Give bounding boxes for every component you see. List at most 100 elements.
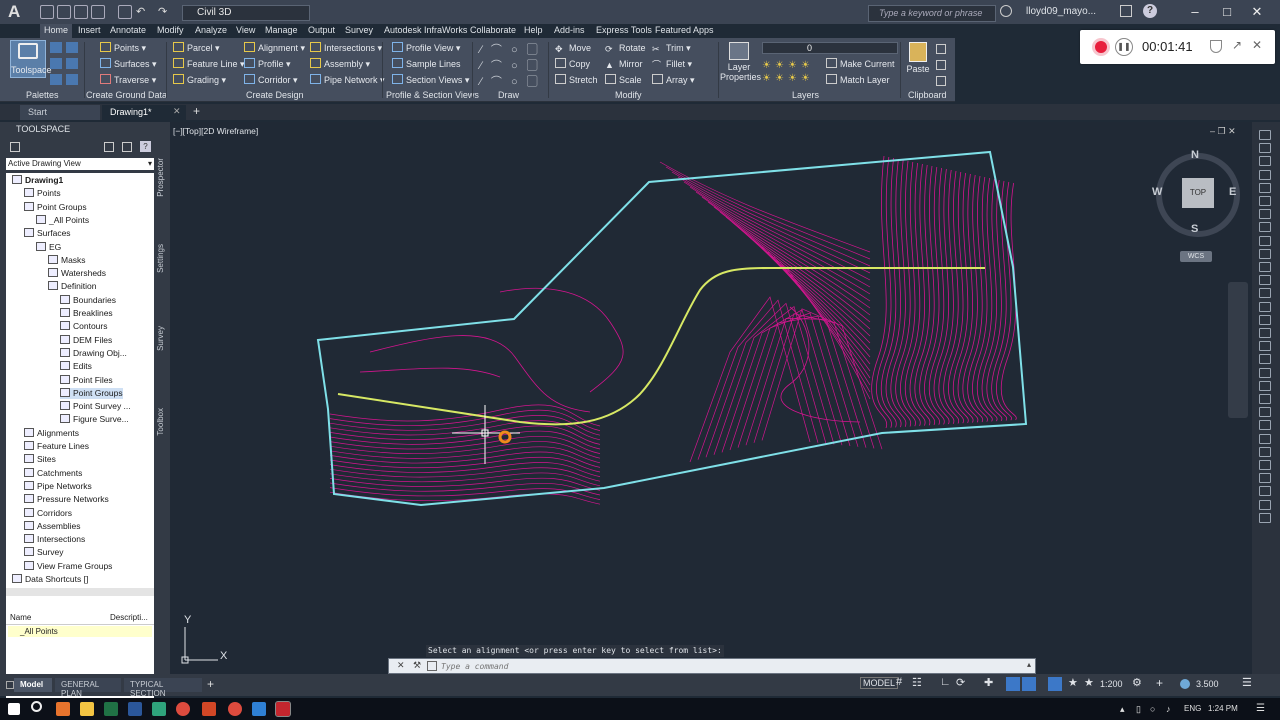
compass-west[interactable]: W xyxy=(1152,186,1162,198)
tree-item[interactable]: Alignments xyxy=(24,427,79,439)
draw-tools[interactable]: ∕ ⌒ ○ ▢ ∕ ⌒ ○ ▢ ∕ ⌒ ○ ▢ xyxy=(480,42,542,88)
notification-icon[interactable]: ☰ xyxy=(1256,703,1265,714)
profile-view-button[interactable]: Profile View ▾ xyxy=(392,42,460,54)
tool-icon[interactable] xyxy=(1259,222,1271,233)
tree-item[interactable]: Figure Surve... xyxy=(60,414,129,425)
new-layout-icon[interactable]: + xyxy=(207,677,214,691)
panel-title-palettes[interactable]: Palettes xyxy=(26,90,59,100)
panel-title-draw[interactable]: Draw xyxy=(498,90,519,100)
layer-properties-button[interactable]: Layer Properties xyxy=(720,42,761,82)
tree-item[interactable]: Assemblies xyxy=(24,520,80,532)
tree-item[interactable]: Point Groups xyxy=(60,387,123,399)
polar-icon[interactable]: ⟳ xyxy=(956,676,965,689)
match-layer-button[interactable]: Match Layer xyxy=(826,74,890,86)
corridor-button[interactable]: Corridor ▾ xyxy=(244,74,298,86)
search-input[interactable]: Type a keyword or phrase xyxy=(868,5,996,22)
ortho-icon[interactable]: ∟ xyxy=(940,676,951,688)
tab-help[interactable]: Help xyxy=(524,24,543,38)
windows-start-icon[interactable] xyxy=(8,703,20,715)
panel-title-clipboard[interactable]: Clipboard xyxy=(908,90,947,100)
save-icon[interactable] xyxy=(74,5,88,19)
tab-infraworks[interactable]: Autodesk InfraWorks xyxy=(384,24,467,38)
profile-button[interactable]: Profile ▾ xyxy=(244,58,291,70)
cut-icon[interactable] xyxy=(936,44,946,54)
copy-button[interactable]: Copy xyxy=(555,58,590,70)
toolspace-settings-icon[interactable] xyxy=(10,142,20,152)
close-tab-icon[interactable]: ✕ xyxy=(173,106,181,117)
tab-analyze[interactable]: Analyze xyxy=(195,24,227,38)
network-icon[interactable]: ○ xyxy=(1150,704,1155,714)
tool-icon[interactable] xyxy=(1259,407,1271,418)
tree-item[interactable]: Surfaces xyxy=(24,228,71,239)
battery-icon[interactable]: ▯ xyxy=(1136,704,1141,715)
pipe-network-button[interactable]: Pipe Network ▾ xyxy=(310,74,385,86)
file-explorer-icon[interactable] xyxy=(80,702,94,716)
taskbar-app-icon[interactable] xyxy=(252,702,266,716)
tool-icon[interactable] xyxy=(1259,367,1271,378)
model-space-toggle[interactable]: MODEL xyxy=(860,677,899,689)
tab-general-plan[interactable]: GENERAL PLAN xyxy=(55,678,121,698)
tab-typical-section[interactable]: TYPICAL SECTION xyxy=(124,678,202,698)
assembly-button[interactable]: Assembly ▾ xyxy=(310,58,370,70)
tree-item[interactable]: Sites xyxy=(24,454,56,465)
alignment-button[interactable]: Alignment ▾ xyxy=(244,42,305,54)
tree-item[interactable]: Points xyxy=(24,188,61,199)
tool-icon[interactable] xyxy=(1259,486,1271,497)
new-tab-icon[interactable]: + xyxy=(193,104,200,118)
powerpoint-icon[interactable] xyxy=(202,702,216,716)
parcel-button[interactable]: Parcel ▾ xyxy=(173,42,220,54)
match-props-icon[interactable] xyxy=(936,76,946,86)
tree-item[interactable]: _All Points xyxy=(36,214,89,226)
otrack-icon[interactable] xyxy=(1006,677,1020,691)
shield-icon[interactable] xyxy=(1210,40,1222,53)
open-file-icon[interactable] xyxy=(57,5,71,19)
tool-icon[interactable] xyxy=(1259,394,1271,404)
tool-icon[interactable] xyxy=(1259,314,1271,325)
tab-insert[interactable]: Insert xyxy=(78,24,101,38)
paste-button[interactable]: Paste xyxy=(904,42,932,74)
tree-item[interactable]: Pressure Networks xyxy=(24,494,109,505)
palette-icon[interactable] xyxy=(50,74,62,85)
palette-icon[interactable] xyxy=(66,42,78,53)
tool-icon[interactable] xyxy=(1259,301,1271,312)
view-select[interactable]: Active Drawing View ▾ xyxy=(6,158,154,170)
user-account[interactable]: lloyd09_mayo... xyxy=(1026,6,1096,17)
tool-icon[interactable] xyxy=(1259,499,1271,510)
palette-icon[interactable] xyxy=(50,42,62,53)
panel-title-modify[interactable]: Modify xyxy=(615,90,642,100)
make-current-button[interactable]: Make Current xyxy=(826,58,895,70)
tab-output[interactable]: Output xyxy=(308,24,335,38)
tool-icon[interactable] xyxy=(1259,473,1271,484)
tool-icon[interactable] xyxy=(1259,288,1271,299)
tool-icon[interactable] xyxy=(1259,354,1271,365)
workspace-select[interactable]: Civil 3D xyxy=(182,5,310,21)
save-as-icon[interactable] xyxy=(91,5,105,19)
tree-item[interactable]: Edits xyxy=(60,361,92,372)
command-input[interactable] xyxy=(441,660,1021,673)
tab-model[interactable]: Model xyxy=(14,678,52,692)
globe-icon[interactable] xyxy=(1180,679,1190,689)
tree-item[interactable]: Feature Lines xyxy=(24,441,89,452)
language-indicator[interactable]: ENG xyxy=(1184,704,1201,713)
tree-item[interactable]: Intersections xyxy=(24,534,85,545)
rotate-button[interactable]: ⟳ Rotate xyxy=(605,42,646,54)
tree-item[interactable]: Boundaries xyxy=(60,294,116,306)
new-file-icon[interactable] xyxy=(40,5,54,19)
tool-icon[interactable] xyxy=(1259,169,1271,180)
panel-title-layers[interactable]: Layers xyxy=(792,90,819,100)
expand-icon[interactable]: ↗ xyxy=(1232,38,1242,52)
sample-lines-button[interactable]: Sample Lines xyxy=(392,58,461,70)
print-icon[interactable] xyxy=(118,5,132,19)
gear-icon[interactable]: ⚙ xyxy=(1132,676,1142,689)
chevron-up-icon[interactable]: ▴ xyxy=(1027,660,1031,669)
panel-title-ground-data[interactable]: Create Ground Data xyxy=(86,90,167,100)
compass-north[interactable]: N xyxy=(1191,149,1199,161)
tool-icon[interactable] xyxy=(1259,460,1271,470)
tree-item[interactable]: Catchments xyxy=(24,467,82,479)
mirror-button[interactable]: ▲ Mirror xyxy=(605,58,643,70)
tab-survey[interactable]: Survey xyxy=(345,24,373,38)
tool-icon[interactable] xyxy=(1259,182,1271,193)
close-button[interactable]: ✕ xyxy=(1242,2,1272,22)
tree-item[interactable]: Point Groups xyxy=(24,201,87,213)
section-views-button[interactable]: Section Views ▾ xyxy=(392,74,469,86)
